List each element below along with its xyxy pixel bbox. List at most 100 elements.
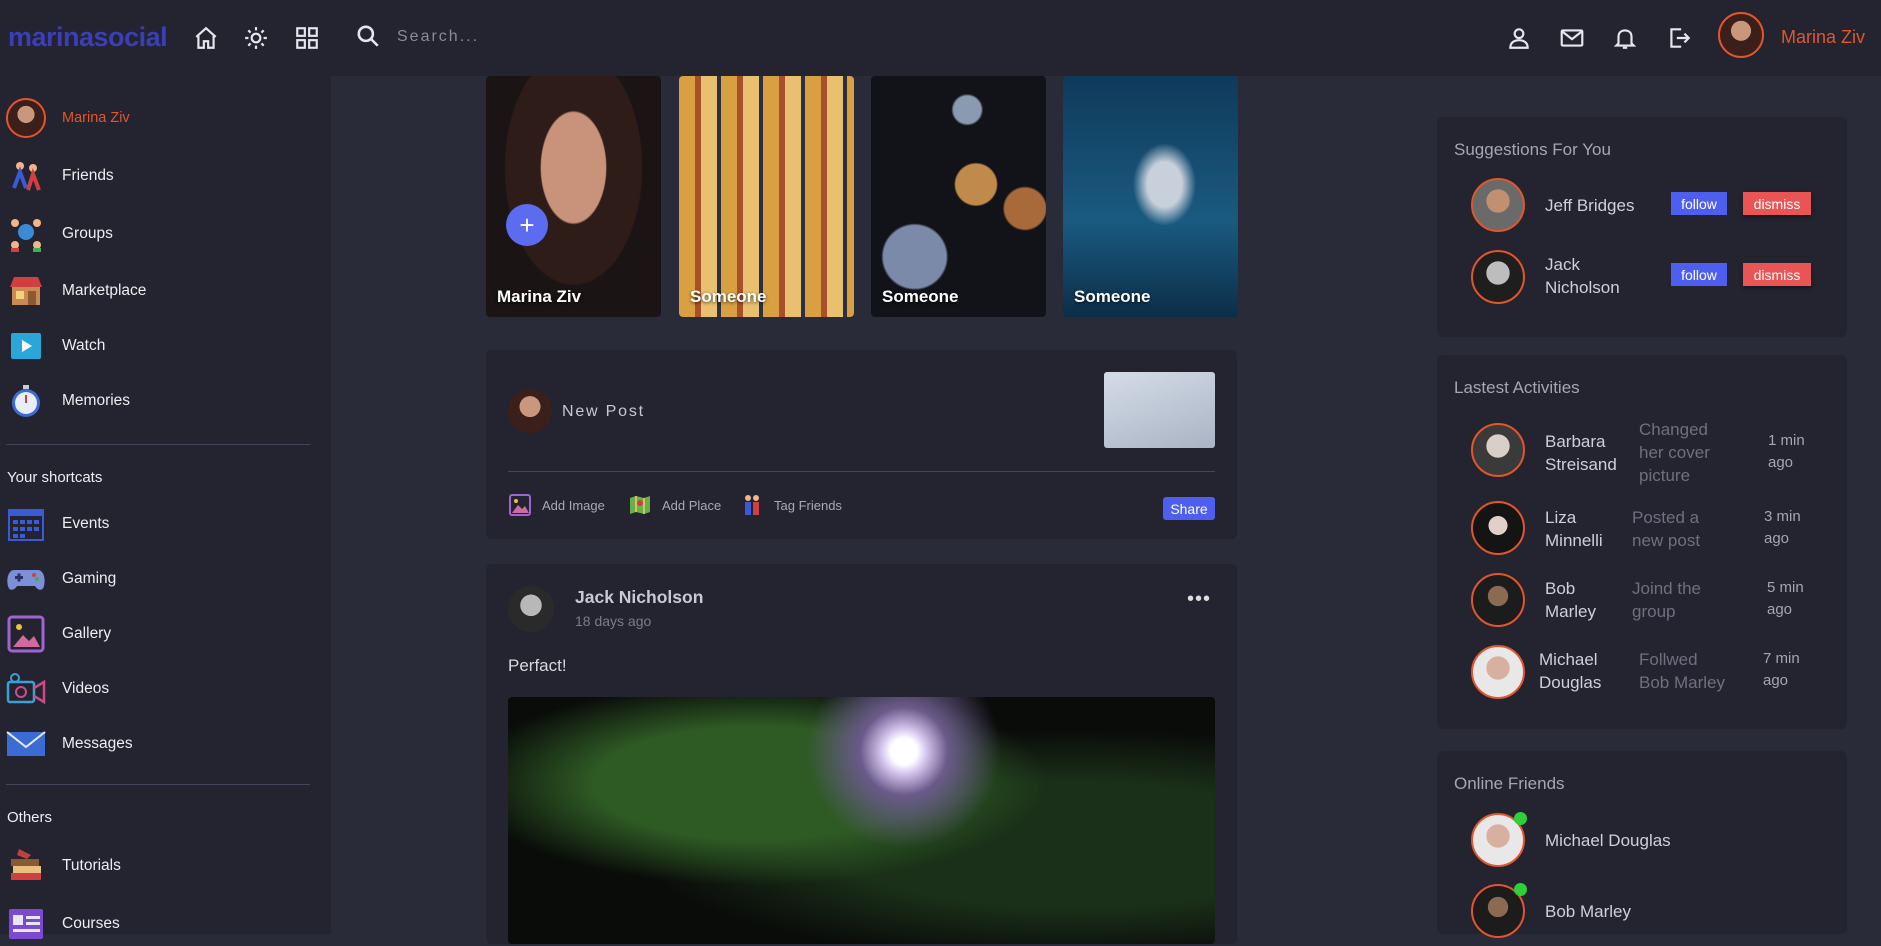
activity-name[interactable]: Bob Marley — [1545, 577, 1596, 623]
share-button[interactable]: Share — [1163, 497, 1215, 520]
add-story-button[interactable]: + — [506, 204, 548, 246]
desc-line: group — [1632, 602, 1676, 621]
story-name: Someone — [690, 287, 767, 306]
story-name: Marina Ziv — [497, 287, 582, 306]
post-image-preview[interactable] — [1104, 372, 1215, 448]
mail-icon[interactable] — [1559, 25, 1585, 51]
dismiss-button[interactable]: dismiss — [1743, 263, 1811, 286]
avatar[interactable] — [1471, 178, 1525, 232]
post-timestamp: 18 days ago — [575, 613, 652, 629]
groups-icon — [11, 219, 41, 252]
sidebar-item-gallery[interactable]: Gallery — [6, 612, 111, 656]
activity-time: 7 min ago — [1763, 648, 1800, 692]
name-line: Marley — [1545, 602, 1597, 621]
suggestion-name[interactable]: Jeff Bridges — [1545, 194, 1634, 217]
time-line: 5 min — [1767, 579, 1804, 596]
online-status-dot — [1514, 883, 1527, 896]
app-logo[interactable]: marinasocial — [8, 22, 168, 53]
sidebar-item-label: Marketplace — [62, 282, 147, 299]
suggestion-name[interactable]: Jack Nicholson — [1545, 253, 1620, 299]
avatar[interactable] — [1471, 250, 1525, 304]
time-line: ago — [1764, 530, 1790, 547]
sidebar-item-label: Courses — [62, 915, 120, 932]
desc-line: Follwed — [1639, 650, 1698, 669]
activity-time: 1 min ago — [1768, 430, 1805, 474]
desc-line: her cover — [1639, 443, 1710, 462]
more-options-icon[interactable]: ••• — [1187, 588, 1211, 611]
activities-card: Lastest Activities Barbara Streisand Chan… — [1437, 355, 1847, 729]
gamepad-icon — [7, 570, 45, 590]
activity-name[interactable]: Liza Minnelli — [1545, 506, 1603, 552]
tag-friends-button[interactable]: Tag Friends — [740, 493, 842, 517]
follow-button[interactable]: follow — [1671, 192, 1727, 215]
sun-icon[interactable] — [243, 25, 269, 51]
online-friend-name[interactable]: Bob Marley — [1545, 900, 1631, 923]
sidebar-item-profile[interactable]: Marina Ziv — [6, 96, 130, 140]
marketplace-icon — [10, 277, 42, 305]
avatar — [508, 389, 552, 433]
search-icon[interactable] — [355, 23, 381, 49]
add-place-button[interactable]: Add Place — [628, 493, 721, 517]
sidebar-item-watch[interactable]: Watch — [6, 324, 105, 368]
activity-description: Posted a new post — [1632, 506, 1700, 552]
divider — [508, 471, 1215, 472]
shortcuts-heading: Your shortcats — [7, 469, 103, 486]
name-line: Michael — [1539, 650, 1598, 669]
online-friends-card: Online Friends Michael Douglas Bob Marle… — [1437, 751, 1847, 938]
activity-name[interactable]: Barbara Streisand — [1545, 430, 1617, 476]
online-friend-name[interactable]: Michael Douglas — [1545, 829, 1671, 852]
home-icon[interactable] — [193, 25, 219, 51]
sidebar-item-label: Gaming — [62, 570, 117, 587]
name-line: Jack — [1545, 255, 1580, 274]
stopwatch-icon — [12, 385, 40, 417]
name-line: Bob — [1545, 579, 1576, 598]
activity-time: 5 min ago — [1767, 577, 1804, 621]
user-name[interactable]: Marina Ziv — [1781, 27, 1865, 48]
follow-button[interactable]: follow — [1671, 263, 1727, 286]
avatar[interactable] — [1471, 573, 1525, 627]
sidebar-item-groups[interactable]: Groups — [6, 212, 113, 256]
add-image-button[interactable]: Add Image — [508, 493, 605, 517]
others-heading: Others — [7, 809, 53, 826]
user-icon[interactable] — [1506, 25, 1532, 51]
search-input[interactable] — [397, 22, 697, 52]
post-author-name[interactable]: Jack Nicholson — [575, 587, 703, 608]
sidebar-item-tutorials[interactable]: Tutorials — [6, 844, 121, 888]
add-place-label: Add Place — [662, 497, 722, 513]
gallery-icon — [7, 615, 45, 653]
suggestions-card: Suggestions For You Jeff Bridges follow … — [1437, 117, 1847, 337]
sidebar-item-messages[interactable]: Messages — [6, 722, 133, 766]
name-line: Barbara — [1545, 432, 1606, 451]
sidebar-item-marketplace[interactable]: Marketplace — [6, 269, 146, 313]
logout-icon[interactable] — [1666, 25, 1692, 51]
avatar[interactable] — [1471, 501, 1525, 555]
post-image[interactable] — [508, 697, 1215, 944]
avatar[interactable] — [1471, 645, 1525, 699]
sidebar-item-courses[interactable]: Courses — [6, 902, 120, 946]
divider — [6, 444, 310, 445]
activity-name[interactable]: Michael Douglas — [1539, 648, 1601, 694]
apps-grid-icon[interactable] — [294, 25, 320, 51]
sidebar-item-videos[interactable]: Videos — [6, 667, 109, 711]
story-name: Someone — [1074, 287, 1151, 306]
new-post-card: New Post Add Image Add Place Tag Friends… — [486, 350, 1237, 539]
post-author-avatar[interactable] — [508, 586, 554, 632]
avatar[interactable] — [1471, 423, 1525, 477]
sidebar-item-friends[interactable]: Friends — [6, 154, 114, 198]
play-icon — [11, 333, 41, 359]
bell-icon[interactable] — [1612, 25, 1638, 51]
sidebar-item-label: Videos — [62, 680, 110, 697]
sidebar-item-events[interactable]: Events — [6, 502, 109, 546]
dismiss-button[interactable]: dismiss — [1743, 192, 1811, 215]
user-avatar[interactable] — [1718, 12, 1764, 58]
add-image-label: Add Image — [542, 497, 605, 513]
story-card[interactable]: Someone — [1063, 76, 1238, 317]
time-line: ago — [1767, 601, 1793, 618]
story-card-own[interactable]: + Marina Ziv — [486, 76, 661, 317]
story-card[interactable]: Someone — [679, 76, 854, 317]
story-card[interactable]: Someone — [871, 76, 1046, 317]
new-post-input[interactable]: New Post — [562, 403, 645, 421]
envelope-icon — [6, 731, 46, 756]
sidebar-item-memories[interactable]: Memories — [6, 379, 130, 423]
sidebar-item-gaming[interactable]: Gaming — [6, 557, 116, 601]
